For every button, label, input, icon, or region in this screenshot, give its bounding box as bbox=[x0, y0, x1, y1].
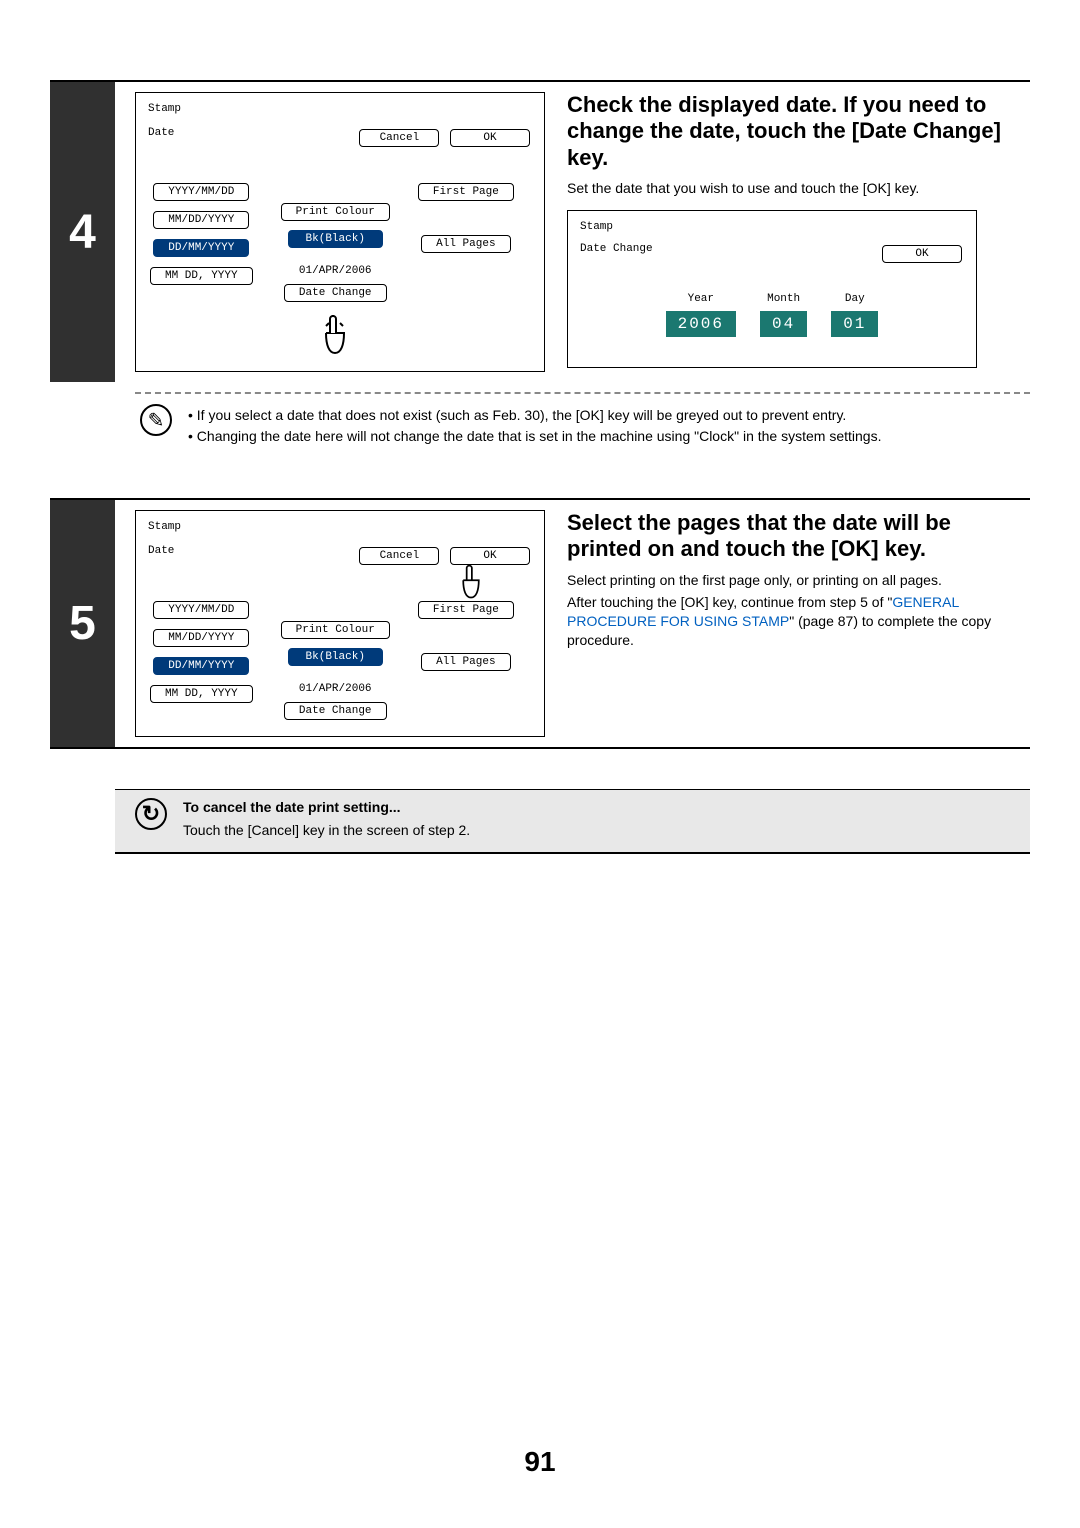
panelB-date-change-label: Date Change bbox=[580, 243, 653, 265]
date-value: 01/APR/2006 bbox=[299, 265, 372, 277]
panel5-stamp-label: Stamp bbox=[148, 521, 532, 533]
step4-panel-b: Stamp Date Change OK Year 2006 Month 04 bbox=[567, 210, 977, 368]
format-mm-dd-comma-yyyy[interactable]: MM DD, YYYY bbox=[150, 685, 253, 703]
format-dd-mm-yyyy[interactable]: DD/MM/YYYY bbox=[153, 239, 249, 257]
month-value[interactable]: 04 bbox=[760, 311, 807, 337]
step-5-body2: After touching the [OK] key, continue fr… bbox=[567, 593, 1030, 650]
bk-black-button[interactable]: Bk(Black) bbox=[288, 648, 383, 666]
panelA-date-label: Date bbox=[148, 127, 174, 139]
all-pages-button[interactable]: All Pages bbox=[421, 653, 510, 671]
cancel-setting-box: ↻ To cancel the date print setting... To… bbox=[115, 789, 1030, 854]
panelA-stamp-label: Stamp bbox=[148, 103, 532, 115]
year-value[interactable]: 2006 bbox=[666, 311, 736, 337]
date-value: 01/APR/2006 bbox=[299, 683, 372, 695]
dashed-separator bbox=[135, 392, 1030, 394]
cancel-box-title: To cancel the date print setting... bbox=[183, 798, 470, 817]
note-1: • If you select a date that does not exi… bbox=[188, 406, 1030, 425]
step4-notes: ✎ • If you select a date that does not e… bbox=[50, 404, 1030, 448]
panelB-stamp-label: Stamp bbox=[580, 221, 964, 233]
month-label: Month bbox=[760, 293, 807, 305]
step-5-number: 5 bbox=[50, 500, 115, 747]
print-colour-button[interactable]: Print Colour bbox=[281, 203, 390, 221]
format-mm-dd-yyyy[interactable]: MM/DD/YYYY bbox=[153, 211, 249, 229]
note-2: • Changing the date here will not change… bbox=[188, 427, 1030, 446]
all-pages-button[interactable]: All Pages bbox=[421, 235, 510, 253]
print-colour-button[interactable]: Print Colour bbox=[281, 621, 390, 639]
date-change-button[interactable]: Date Change bbox=[284, 702, 387, 720]
step-4-subtext: Set the date that you wish to use and to… bbox=[567, 179, 1030, 198]
body2-pre: After touching the [OK] key, continue fr… bbox=[567, 594, 892, 610]
step-4-title: Check the displayed date. If you need to… bbox=[567, 92, 1030, 171]
panelB-ok-button[interactable]: OK bbox=[882, 245, 962, 263]
note-pencil-icon: ✎ bbox=[140, 404, 172, 436]
year-label: Year bbox=[666, 293, 736, 305]
format-yyyy-mm-dd[interactable]: YYYY/MM/DD bbox=[153, 601, 249, 619]
bk-black-button[interactable]: Bk(Black) bbox=[288, 230, 383, 248]
date-change-button[interactable]: Date Change bbox=[284, 284, 387, 302]
step-5-title: Select the pages that the date will be p… bbox=[567, 510, 1030, 563]
step-5-row: 5 Stamp Date Cancel OK bbox=[50, 498, 1030, 749]
step-4-number: 4 bbox=[50, 82, 115, 382]
panel5-date-label: Date bbox=[148, 545, 174, 557]
day-label: Day bbox=[831, 293, 878, 305]
back-arrow-icon: ↻ bbox=[135, 798, 167, 830]
first-page-button[interactable]: First Page bbox=[418, 183, 514, 201]
step4-panel-a: Stamp Date Cancel OK YYYY/MM/DD MM/DD/YY… bbox=[135, 92, 545, 372]
format-dd-mm-yyyy[interactable]: DD/MM/YYYY bbox=[153, 657, 249, 675]
step5-panel: Stamp Date Cancel OK bbox=[135, 510, 545, 737]
step-4-row: 4 Stamp Date Cancel OK YYYY/MM/DD bbox=[50, 80, 1030, 382]
pointer-hand-icon bbox=[320, 313, 350, 357]
panelA-ok-button[interactable]: OK bbox=[450, 129, 530, 147]
panelA-cancel-button[interactable]: Cancel bbox=[359, 129, 439, 147]
cancel-box-body: Touch the [Cancel] key in the screen of … bbox=[183, 821, 470, 840]
panel5-cancel-button[interactable]: Cancel bbox=[359, 547, 439, 565]
pointer-hand-icon bbox=[458, 563, 484, 605]
format-mm-dd-yyyy[interactable]: MM/DD/YYYY bbox=[153, 629, 249, 647]
step-5-body1: Select printing on the first page only, … bbox=[567, 571, 1030, 590]
format-yyyy-mm-dd[interactable]: YYYY/MM/DD bbox=[153, 183, 249, 201]
day-value[interactable]: 01 bbox=[831, 311, 878, 337]
format-mm-dd-comma-yyyy[interactable]: MM DD, YYYY bbox=[150, 267, 253, 285]
page-number: 91 bbox=[0, 1446, 1080, 1478]
